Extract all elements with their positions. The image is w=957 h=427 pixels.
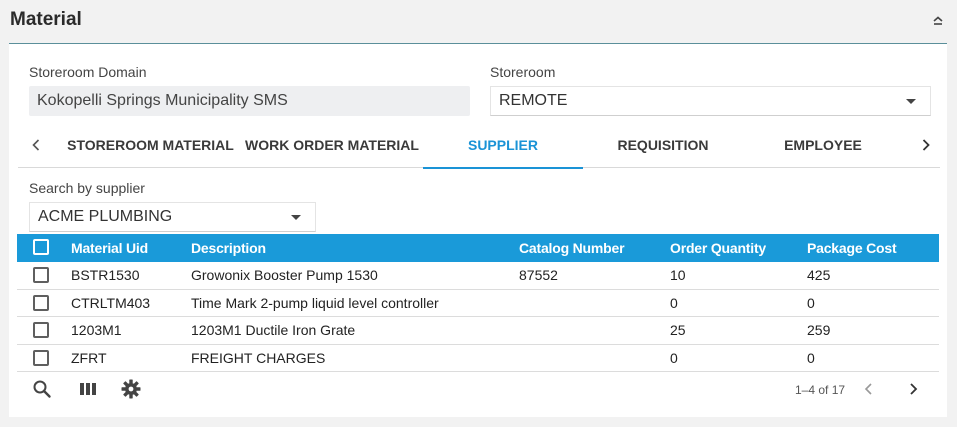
search-icon[interactable] bbox=[31, 378, 53, 400]
panel-title: Material bbox=[10, 9, 82, 30]
supplier-material-table: Material Uid Description Catalog Number … bbox=[17, 234, 939, 372]
cell-catalog-number: 87552 bbox=[519, 267, 558, 283]
tab-supplier[interactable]: SUPPLIER bbox=[423, 122, 583, 169]
storeroom-domain-field: Kokopelli Springs Municipality SMS bbox=[29, 86, 470, 116]
cell-material-uid: 1203M1 bbox=[71, 322, 122, 338]
storeroom-label: Storeroom bbox=[490, 64, 556, 80]
tab-requisition[interactable]: REQUISITION bbox=[583, 122, 743, 168]
table-row[interactable]: BSTR1530 Growonix Booster Pump 1530 8755… bbox=[17, 262, 939, 290]
cell-description: FREIGHT CHARGES bbox=[191, 349, 326, 366]
cell-order-quantity: 10 bbox=[670, 267, 686, 283]
panel-header: Material bbox=[0, 0, 957, 44]
tab-bar: STOREROOM MATERIAL WORK ORDER MATERIAL S… bbox=[18, 122, 940, 169]
column-header-catalog-number[interactable]: Catalog Number bbox=[519, 240, 625, 256]
cell-material-uid: BSTR1530 bbox=[71, 267, 140, 283]
chevron-down-icon bbox=[906, 99, 916, 104]
cell-package-cost: 0 bbox=[807, 294, 815, 311]
storeroom-domain-label: Storeroom Domain bbox=[29, 64, 147, 80]
tab-employee[interactable]: EMPLOYEE bbox=[743, 122, 903, 168]
row-checkbox[interactable] bbox=[33, 294, 49, 311]
row-checkbox[interactable] bbox=[33, 322, 49, 338]
select-all-checkbox[interactable] bbox=[33, 239, 49, 255]
chevron-down-icon bbox=[291, 215, 301, 220]
column-header-order-quantity[interactable]: Order Quantity bbox=[670, 240, 766, 256]
pagination-range: 1–4 of 17 bbox=[795, 383, 846, 397]
column-header-material-uid[interactable]: Material Uid bbox=[71, 240, 148, 256]
tab-storeroom-material[interactable]: STOREROOM MATERIAL bbox=[60, 122, 241, 168]
storeroom-domain-value: Kokopelli Springs Municipality SMS bbox=[37, 92, 288, 109]
cell-material-uid: CTRLTM403 bbox=[71, 294, 151, 311]
table-row[interactable]: CTRLTM403 Time Mark 2-pump liquid level … bbox=[17, 290, 939, 317]
search-supplier-label: Search by supplier bbox=[29, 180, 145, 196]
cell-description: Growonix Booster Pump 1530 bbox=[191, 267, 378, 283]
previous-page-icon[interactable] bbox=[859, 379, 879, 399]
cell-order-quantity: 25 bbox=[670, 322, 686, 338]
cell-description: 1203M1 Ductile Iron Grate bbox=[191, 322, 356, 338]
table-row[interactable]: ZFRT FREIGHT CHARGES 0 0 bbox=[17, 345, 939, 372]
supplier-select[interactable]: ACME PLUMBING bbox=[29, 202, 316, 232]
cell-package-cost: 0 bbox=[807, 349, 815, 366]
gear-icon[interactable] bbox=[120, 378, 142, 400]
tab-work-order-material[interactable]: WORK ORDER MATERIAL bbox=[241, 122, 423, 168]
chevron-left-icon[interactable] bbox=[26, 135, 46, 155]
row-checkbox[interactable] bbox=[33, 267, 49, 283]
material-card: Storeroom Domain Kokopelli Springs Munic… bbox=[9, 44, 947, 417]
column-header-description[interactable]: Description bbox=[191, 240, 266, 256]
next-page-icon[interactable] bbox=[903, 379, 923, 399]
supplier-value: ACME PLUMBING bbox=[38, 208, 173, 225]
cell-description: Time Mark 2-pump liquid level controller bbox=[191, 294, 439, 311]
chevron-right-icon[interactable] bbox=[916, 135, 936, 155]
table-header: Material Uid Description Catalog Number … bbox=[17, 234, 939, 262]
cell-package-cost: 425 bbox=[807, 267, 831, 283]
cell-material-uid: ZFRT bbox=[71, 349, 107, 366]
cell-order-quantity: 0 bbox=[670, 294, 678, 311]
storeroom-select[interactable]: REMOTE bbox=[490, 86, 931, 116]
table-row[interactable]: 1203M1 1203M1 Ductile Iron Grate 25 259 bbox=[17, 317, 939, 345]
cell-package-cost: 259 bbox=[807, 322, 831, 338]
storeroom-value: REMOTE bbox=[499, 92, 568, 109]
row-checkbox[interactable] bbox=[33, 349, 49, 366]
column-header-package-cost[interactable]: Package Cost bbox=[807, 240, 897, 256]
cell-order-quantity: 0 bbox=[670, 349, 678, 366]
collapse-icon[interactable] bbox=[931, 14, 945, 28]
columns-icon[interactable] bbox=[77, 378, 99, 400]
